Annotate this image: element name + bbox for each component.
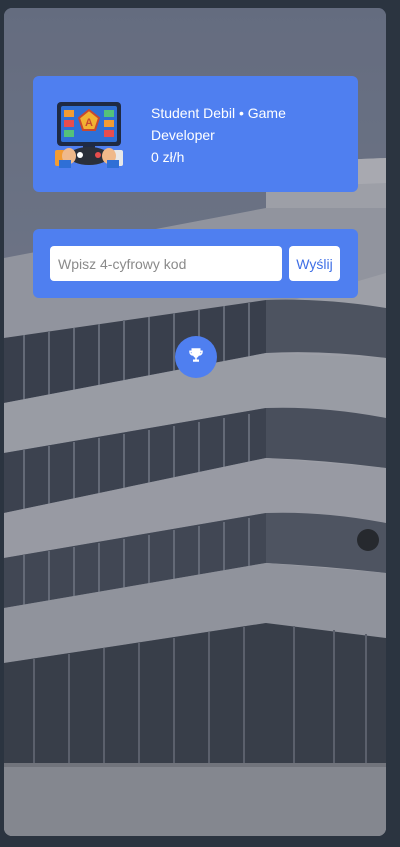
profile-card: A Student Debil • Game Developer 0 zł/h <box>33 76 358 192</box>
send-button[interactable]: Wyślij <box>289 246 340 281</box>
code-form: Wyślij <box>33 229 358 298</box>
gamer-avatar-icon: A <box>53 98 125 170</box>
trophy-icon <box>187 346 205 369</box>
svg-text:A: A <box>85 117 93 129</box>
app-screen: A Student Debil • Game Developer 0 zł/h <box>4 8 386 836</box>
hourly-rate: 0 zł/h <box>151 149 185 165</box>
code-input[interactable] <box>50 246 282 281</box>
profile-title: Student Debil • Game Developer <box>151 105 286 143</box>
profile-info: Student Debil • Game Developer 0 zł/h <box>151 102 341 168</box>
side-handle[interactable] <box>357 529 379 551</box>
trophy-button[interactable] <box>175 336 217 378</box>
